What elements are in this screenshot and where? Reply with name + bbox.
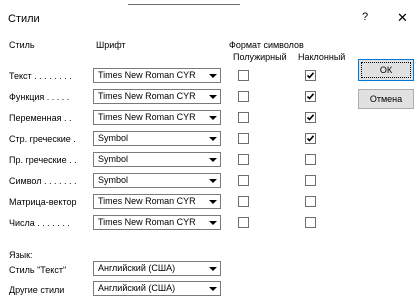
cancel-button-label: Отмена xyxy=(369,94,403,104)
style-name-label: Переменная . . xyxy=(9,113,72,123)
text-style-language-value: Английский (США) xyxy=(98,263,176,273)
background-window-fragment xyxy=(128,0,240,5)
font-select-value: Times New Roman CYR xyxy=(98,112,196,122)
focus-rectangle xyxy=(361,62,411,78)
font-select-value: Times New Roman CYR xyxy=(98,70,196,80)
style-name-label: Функция . . . . . xyxy=(9,92,70,102)
font-select-value: Times New Roman CYR xyxy=(98,91,196,101)
chevron-down-icon[interactable] xyxy=(205,153,220,166)
bold-checkbox[interactable] xyxy=(238,154,249,165)
bold-column-header: Полужирный xyxy=(233,52,287,62)
font-select-value: Times New Roman CYR xyxy=(98,196,196,206)
text-style-language-select[interactable]: Английский (США) xyxy=(93,261,221,276)
italic-checkbox[interactable] xyxy=(305,154,316,165)
other-styles-language-select[interactable]: Английский (США) xyxy=(93,281,221,296)
italic-checkbox[interactable] xyxy=(305,91,316,102)
close-button[interactable]: ✕ xyxy=(397,10,408,26)
bold-checkbox[interactable] xyxy=(238,91,249,102)
font-select[interactable]: Symbol xyxy=(93,152,221,167)
italic-checkbox[interactable] xyxy=(305,196,316,207)
language-heading: Язык: xyxy=(9,250,33,260)
other-styles-language-label: Другие стили xyxy=(9,285,65,295)
font-select[interactable]: Times New Roman CYR xyxy=(93,215,221,230)
other-styles-language-value: Английский (США) xyxy=(98,283,176,293)
font-select[interactable]: Times New Roman CYR xyxy=(93,68,221,83)
style-name-label: Стр. греческие . xyxy=(9,134,76,144)
chevron-down-icon[interactable] xyxy=(205,195,220,208)
italic-checkbox[interactable] xyxy=(305,112,316,123)
font-column-header: Шрифт xyxy=(96,40,126,50)
font-select[interactable]: Symbol xyxy=(93,131,221,146)
style-column-header: Стиль xyxy=(9,40,35,50)
bold-checkbox[interactable] xyxy=(238,196,249,207)
chevron-down-icon[interactable] xyxy=(205,90,220,103)
chevron-down-icon[interactable] xyxy=(205,262,220,275)
chevron-down-icon[interactable] xyxy=(205,282,220,295)
font-select-value: Symbol xyxy=(98,154,129,164)
font-select-value: Symbol xyxy=(98,175,129,185)
bold-checkbox[interactable] xyxy=(238,217,249,228)
style-name-label: Текст . . . . . . . . xyxy=(9,71,72,81)
bold-checkbox[interactable] xyxy=(238,112,249,123)
text-style-language-label: Стиль "Текст" xyxy=(9,265,67,275)
chevron-down-icon[interactable] xyxy=(205,132,220,145)
bold-checkbox[interactable] xyxy=(238,175,249,186)
font-select[interactable]: Times New Roman CYR xyxy=(93,89,221,104)
cancel-button[interactable]: Отмена xyxy=(358,89,414,109)
ok-button[interactable]: ОК xyxy=(358,59,414,81)
italic-checkbox[interactable] xyxy=(305,175,316,186)
font-select-value: Symbol xyxy=(98,133,129,143)
chevron-down-icon[interactable] xyxy=(205,69,220,82)
dialog-title: Стили xyxy=(8,13,40,25)
chevron-down-icon[interactable] xyxy=(205,216,220,229)
style-name-label: Матрица-вектор xyxy=(9,197,77,207)
font-select-value: Times New Roman CYR xyxy=(98,217,196,227)
chevron-down-icon[interactable] xyxy=(205,174,220,187)
font-select[interactable]: Times New Roman CYR xyxy=(93,110,221,125)
style-name-label: Символ . . . . . . . xyxy=(9,176,77,186)
italic-checkbox[interactable] xyxy=(305,70,316,81)
font-select[interactable]: Times New Roman CYR xyxy=(93,194,221,209)
italic-column-header: Наклонный xyxy=(298,52,346,62)
bold-checkbox[interactable] xyxy=(238,133,249,144)
style-name-label: Числа . . . . . . . xyxy=(9,218,70,228)
chevron-down-icon[interactable] xyxy=(205,111,220,124)
format-column-header: Формат символов xyxy=(229,40,304,50)
style-name-label: Пр. греческие . . xyxy=(9,155,77,165)
bold-checkbox[interactable] xyxy=(238,70,249,81)
help-button[interactable]: ? xyxy=(362,11,368,23)
font-select[interactable]: Symbol xyxy=(93,173,221,188)
italic-checkbox[interactable] xyxy=(305,133,316,144)
italic-checkbox[interactable] xyxy=(305,217,316,228)
